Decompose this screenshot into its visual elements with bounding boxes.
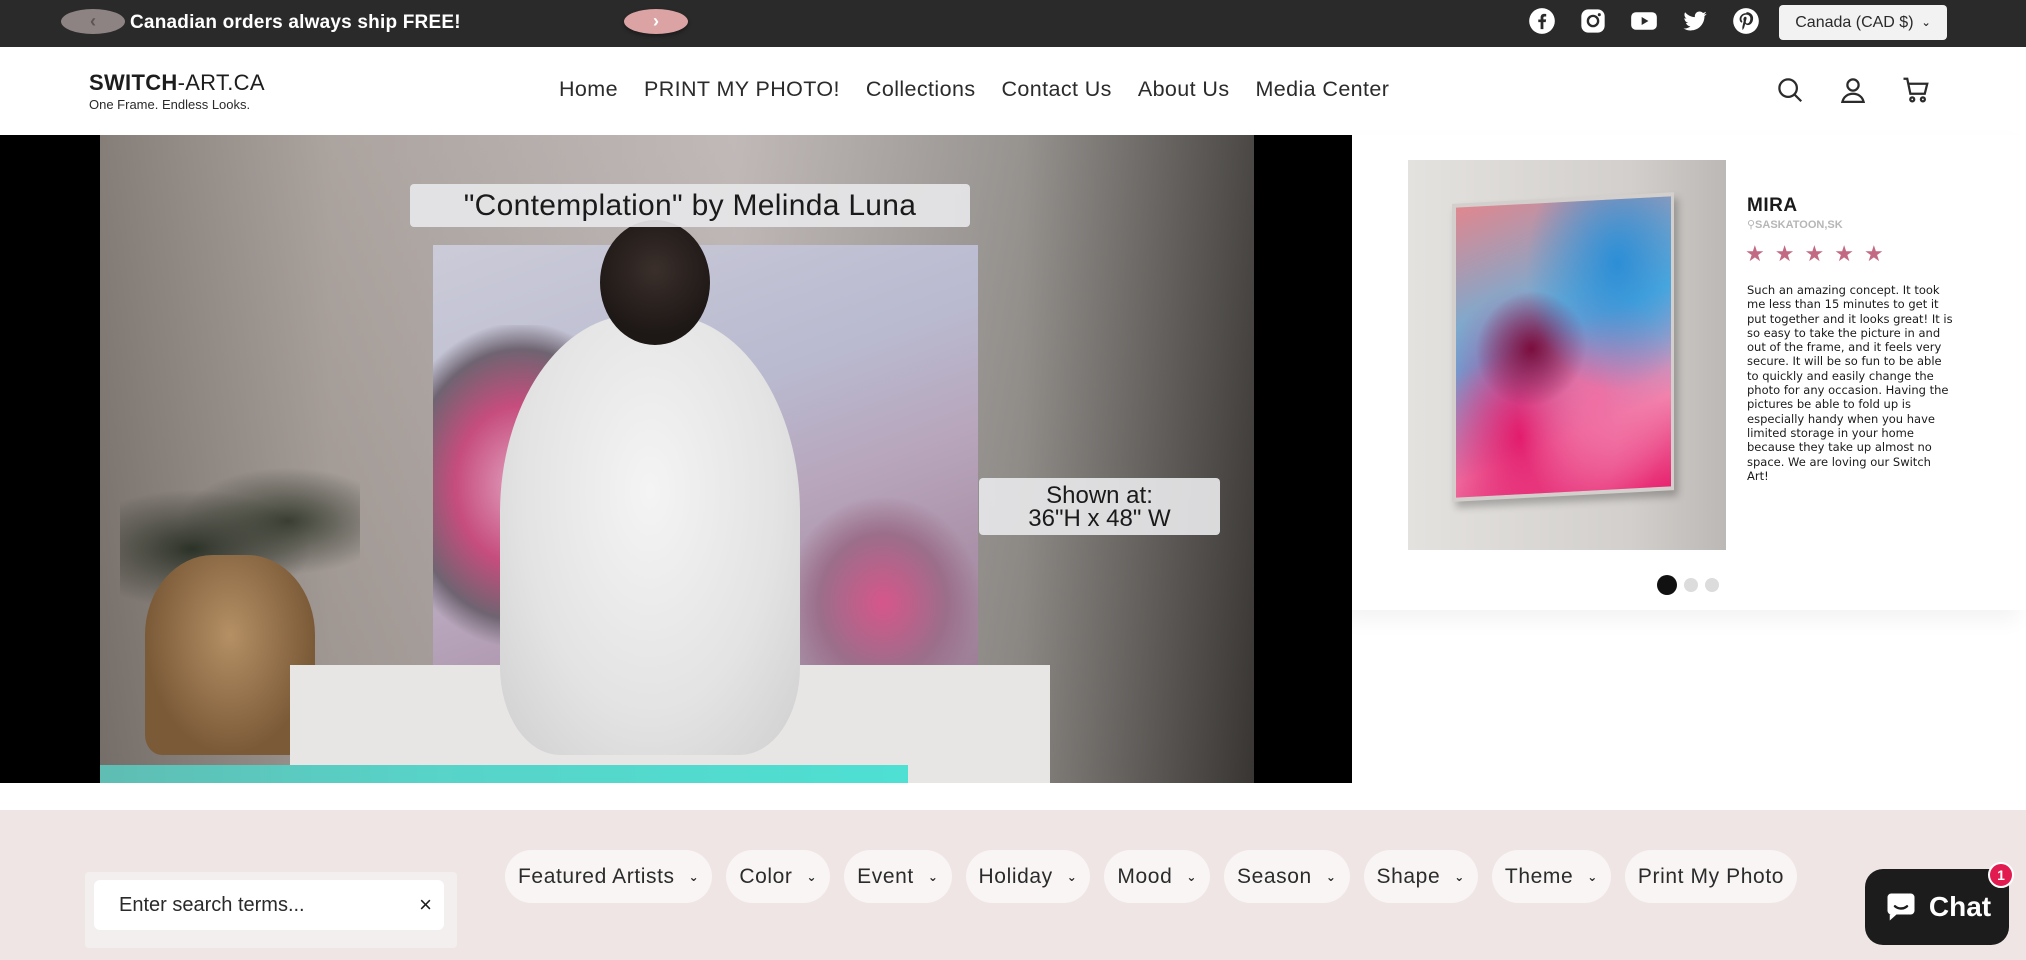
star-icon: ★ (1834, 241, 1854, 266)
site-header: SWITCH-ART.CA One Frame. Endless Looks. … (0, 47, 2026, 135)
reviewer-name: MIRA (1747, 195, 1798, 216)
video-progress-bar[interactable] (100, 765, 908, 783)
nav-home[interactable]: Home (559, 77, 618, 102)
twitter-icon[interactable] (1681, 7, 1709, 35)
search-icon[interactable] (1775, 75, 1805, 110)
nav-collections[interactable]: Collections (866, 77, 976, 102)
logo-wordmark: SWITCH-ART.CA (89, 70, 265, 95)
facebook-icon[interactable] (1528, 7, 1556, 35)
filter-mood[interactable]: Mood ⌄ (1104, 850, 1211, 903)
chip-label: Event (857, 864, 914, 888)
chip-label: Mood (1117, 864, 1173, 888)
hero-video[interactable]: "Contemplation" by Melinda Luna Shown at… (0, 135, 1352, 783)
search-input[interactable] (119, 893, 409, 917)
chat-button[interactable]: Chat (1865, 869, 2009, 945)
chevron-down-icon: ⌄ (1454, 869, 1465, 884)
youtube-icon[interactable] (1630, 7, 1658, 35)
chat-notification-badge: 1 (1988, 862, 2014, 888)
abstract-painting-image (1456, 196, 1671, 498)
chip-label: Season (1237, 864, 1312, 888)
review-slider: MIRA ⚲SASKATOON,SK ★ ★ ★ ★ ★ Such an ama… (1352, 135, 2026, 610)
chevron-down-icon: ⌄ (1186, 869, 1198, 884)
star-icon: ★ (1774, 241, 1795, 266)
logo[interactable]: SWITCH-ART.CA One Frame. Endless Looks. (89, 70, 265, 112)
nav-print-my-photo[interactable]: PRINT MY PHOTO! (644, 77, 840, 102)
search-panel: × (85, 872, 457, 948)
size-caption-line2: 36"H x 48" W (1028, 504, 1171, 532)
star-icon: ★ (1863, 241, 1884, 266)
chevron-down-icon: ⌄ (688, 869, 700, 884)
slider-dot-3[interactable] (1705, 578, 1719, 592)
chevron-down-icon: ⌄ (927, 869, 939, 884)
announcement-next-button[interactable]: › (624, 9, 688, 34)
chip-label: Theme (1504, 864, 1574, 888)
filter-holiday[interactable]: Holiday ⌄ (965, 850, 1091, 903)
artwork-title-caption: "Contemplation" by Melinda Luna (410, 184, 970, 227)
chip-label: Holiday (978, 864, 1053, 888)
social-links (1528, 7, 1760, 35)
star-icon: ★ (1804, 241, 1825, 266)
announcement-text: Canadian orders always ship FREE! (130, 12, 461, 33)
slider-dot-1[interactable] (1657, 575, 1677, 595)
slider-dot-2[interactable] (1684, 578, 1698, 592)
chevron-left-icon: ‹ (90, 11, 96, 31)
instagram-icon[interactable] (1579, 7, 1607, 35)
size-caption-line1: Shown at: (1046, 481, 1153, 509)
chevron-down-icon: ⌄ (1587, 869, 1598, 884)
chevron-down-icon: ⌄ (806, 869, 818, 884)
logo-tagline: One Frame. Endless Looks. (89, 97, 251, 112)
chevron-down-icon: ⌄ (1066, 869, 1078, 884)
reviewer-location: ⚲SASKATOON,SK (1747, 219, 1843, 231)
star-icon: ★ (1745, 241, 1765, 266)
chat-bubble-icon (1887, 893, 1915, 921)
person-image (500, 315, 800, 755)
nav-about-us[interactable]: About Us (1138, 77, 1230, 102)
filter-color[interactable]: Color ⌄ (726, 850, 831, 903)
filter-featured-artists[interactable]: Featured Artists ⌄ (505, 850, 713, 903)
currency-label: Canada (CAD $) (1795, 13, 1914, 31)
filter-event[interactable]: Event ⌄ (844, 850, 952, 903)
nav-media-center[interactable]: Media Center (1255, 77, 1389, 102)
chevron-right-icon: › (653, 11, 659, 31)
filter-theme[interactable]: Theme ⌄ (1491, 850, 1611, 903)
filter-chips: Featured Artists ⌄ Color ⌄ Event ⌄ Holiday ⌄… (505, 850, 1905, 903)
nav-contact-us[interactable]: Contact Us (1001, 77, 1111, 102)
collection-filter-bar: × Featured Artists ⌄ Color ⌄ Event ⌄ Holida… (0, 810, 2026, 960)
review-text: Such an amazing concept. It took me less… (1747, 283, 1953, 483)
announcement-prev-button[interactable]: ‹ (61, 9, 125, 34)
chip-label: Featured Artists (518, 864, 675, 888)
cart-icon[interactable] (1901, 75, 1931, 110)
header-actions (1775, 75, 1931, 110)
close-icon[interactable]: × (419, 892, 432, 918)
chip-label: Shape (1376, 864, 1441, 888)
artwork-size-caption: Shown at: 36"H x 48" W (979, 478, 1220, 535)
star-rating: ★ ★ ★ ★ ★ (1745, 243, 1884, 265)
search-box: × (94, 880, 444, 930)
slider-dots (1657, 575, 1719, 595)
chip-label: Color (739, 864, 793, 888)
main-nav: Home PRINT MY PHOTO! Collections Contact… (559, 77, 1389, 102)
filter-season[interactable]: Season ⌄ (1224, 850, 1350, 903)
review-photo (1408, 160, 1726, 550)
announcement-bar: ‹ Canadian orders always ship FREE! › Ca… (0, 0, 2026, 47)
person-head-image (600, 220, 710, 345)
filter-shape[interactable]: Shape ⌄ (1363, 850, 1478, 903)
chat-label: Chat (1928, 891, 1992, 922)
chevron-down-icon: ⌄ (1325, 869, 1337, 884)
video-frame (100, 135, 1254, 783)
currency-selector[interactable]: Canada (CAD $) ⌄ (1779, 5, 1947, 40)
chip-label: Print My Photo (1637, 864, 1785, 888)
chevron-down-icon: ⌄ (1921, 17, 1931, 29)
pinterest-icon[interactable] (1732, 7, 1760, 35)
account-icon[interactable] (1838, 75, 1868, 110)
filter-print-my-photo[interactable]: Print My Photo (1624, 850, 1798, 903)
